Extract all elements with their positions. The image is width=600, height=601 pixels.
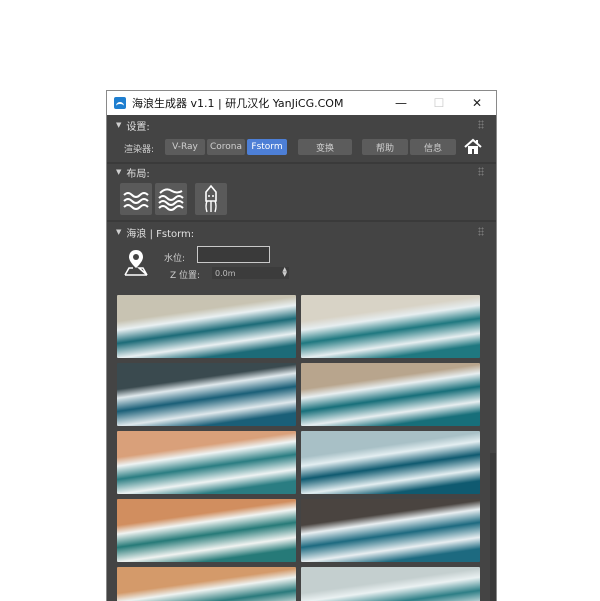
wave-preset-thumbnail[interactable] (117, 363, 296, 426)
settings-title: 设置: (126, 121, 150, 133)
collapse-arrow-icon: ▼ (116, 121, 122, 129)
renderer-fstorm-button[interactable]: Fstorm (247, 139, 287, 155)
home-icon[interactable] (464, 138, 482, 156)
waves-double-button[interactable] (120, 183, 152, 215)
wave-preset-thumbnail[interactable] (117, 431, 296, 494)
drag-grip-icon[interactable] (478, 227, 484, 236)
renderer-label: 渲染器: (124, 145, 155, 155)
drag-grip-icon[interactable] (478, 167, 484, 176)
info-button[interactable]: 信息 (410, 139, 456, 155)
title-bar[interactable]: 海浪生成器 v1.1 | 研几汉化 YanJiCG.COM — ☐ ✕ (107, 91, 496, 115)
location-button[interactable] (121, 247, 151, 277)
wave-preset-thumbnail[interactable] (301, 431, 480, 494)
drag-grip-icon[interactable] (478, 120, 484, 129)
collapse-arrow-icon: ▼ (116, 228, 122, 236)
window-title: 海浪生成器 v1.1 | 研几汉化 YanJiCG.COM (132, 97, 344, 110)
scrollbar[interactable] (490, 453, 496, 601)
waves-rollout: ▼ 海浪 | Fstorm: 水位: Z 位置: 0.0m ▲ ▼ (112, 224, 488, 601)
wave-preset-thumbnail[interactable] (117, 567, 296, 601)
wave-preset-gallery (117, 295, 483, 601)
layout-title: 布局: (126, 168, 150, 180)
waves-triple-icon (158, 188, 184, 211)
layout-header[interactable]: ▼ 布局: (112, 164, 488, 180)
window-content: ▼ 设置: 渲染器: V-Ray Corona Fstorm 变换 帮助 信息 (107, 115, 496, 601)
water-level-label: 水位: (164, 254, 186, 264)
z-position-value: 0.0m (215, 268, 236, 278)
renderer-corona-button[interactable]: Corona (207, 139, 245, 155)
wave-preset-thumbnail[interactable] (301, 567, 480, 601)
convert-button[interactable]: 变换 (298, 139, 352, 155)
waves-header[interactable]: ▼ 海浪 | Fstorm: (112, 224, 488, 240)
waves-title: 海浪 | Fstorm: (126, 228, 195, 240)
rollout-divider (107, 220, 496, 222)
wave-generator-window: 海浪生成器 v1.1 | 研几汉化 YanJiCG.COM — ☐ ✕ ▼ 设置… (106, 90, 497, 601)
z-position-spinner[interactable]: 0.0m ▲ ▼ (212, 267, 289, 279)
collapse-arrow-icon: ▼ (116, 168, 122, 176)
wave-preset-thumbnail[interactable] (301, 295, 480, 358)
minimize-button[interactable]: — (382, 91, 420, 115)
wave-preset-thumbnail[interactable] (301, 499, 480, 562)
waves-double-icon (123, 192, 149, 210)
renderer-vray-button[interactable]: V-Ray (165, 139, 205, 155)
water-level-input[interactable] (197, 246, 270, 263)
settings-header[interactable]: ▼ 设置: (112, 117, 488, 133)
spinner-arrows-icon[interactable]: ▲ ▼ (282, 267, 287, 278)
waves-triple-button[interactable] (155, 183, 187, 215)
z-position-label: Z 位置: (170, 271, 201, 281)
settings-rollout: ▼ 设置: 渲染器: V-Ray Corona Fstorm 变换 帮助 信息 (112, 117, 488, 159)
map-pin-icon (124, 250, 148, 276)
app-icon (114, 97, 126, 109)
wave-preset-thumbnail[interactable] (301, 363, 480, 426)
layout-rollout: ▼ 布局: (112, 164, 488, 218)
squid-icon (205, 184, 217, 213)
close-button[interactable]: ✕ (458, 91, 496, 115)
renderer-selector: V-Ray Corona Fstorm (165, 139, 289, 155)
squid-button[interactable] (195, 183, 227, 215)
wave-preset-thumbnail[interactable] (117, 295, 296, 358)
maximize-button[interactable]: ☐ (420, 91, 458, 115)
help-button[interactable]: 帮助 (362, 139, 408, 155)
wave-preset-thumbnail[interactable] (117, 499, 296, 562)
